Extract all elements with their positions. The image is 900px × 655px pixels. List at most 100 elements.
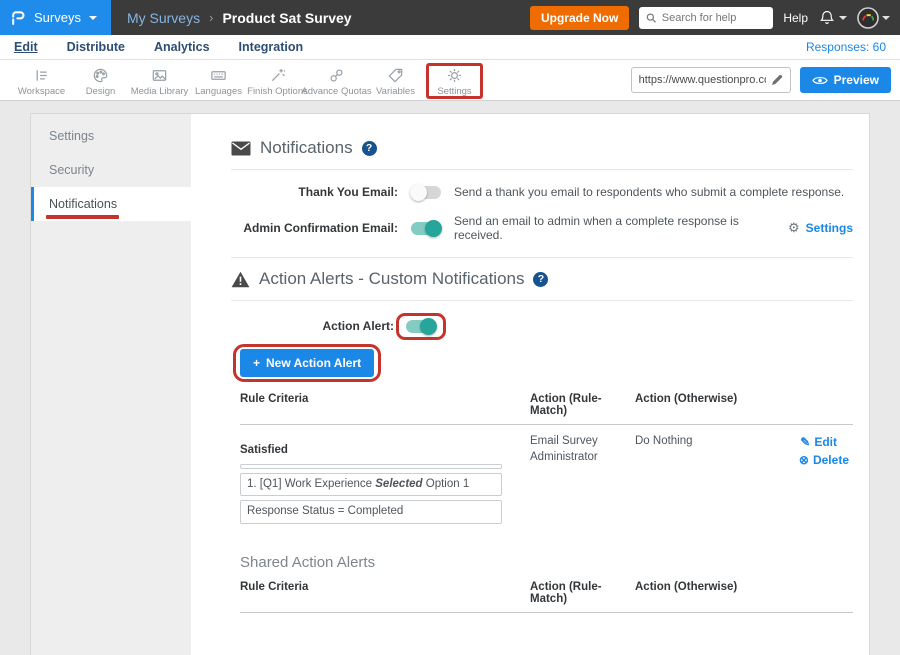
divider: [231, 169, 853, 170]
row-actions-cell: ✎ Edit ⊗ Delete: [750, 425, 853, 528]
new-action-alert-button[interactable]: + New Action Alert: [240, 349, 374, 377]
plus-icon: +: [253, 356, 260, 370]
toolbar-item-media-library[interactable]: Media Library: [130, 64, 189, 97]
col-action-rule-match: Action (Rule-Match): [530, 573, 635, 613]
divider: [231, 257, 853, 258]
thank-you-email-row: Thank You Email: Send a thank you email …: [231, 185, 853, 199]
rule-match-cell: Email Survey Administrator: [530, 425, 635, 528]
product-switcher[interactable]: Surveys: [0, 0, 111, 35]
col-rule-criteria: Rule Criteria: [240, 385, 530, 425]
breadcrumb-my-surveys[interactable]: My Surveys: [127, 10, 200, 26]
col-actions: [750, 385, 853, 425]
edit-url-pencil-icon[interactable]: [771, 74, 783, 86]
notifications-section-header: Notifications ?: [231, 138, 853, 158]
edit-toolbar: Workspace Design Media Library Languages…: [0, 60, 900, 101]
sidebar-item-settings[interactable]: Settings: [31, 119, 191, 153]
responses-count[interactable]: Responses: 60: [806, 40, 886, 54]
chevron-down-icon: [882, 16, 890, 20]
thank-you-email-label: Thank You Email:: [231, 185, 411, 199]
variables-tag-icon: [386, 66, 405, 85]
settings-gear-icon: [445, 66, 464, 85]
toolbar-right: https://www.questionpro.com/t/ Preview: [631, 67, 891, 93]
col-rule-criteria: Rule Criteria: [240, 573, 530, 613]
page-body: Settings Security Notifications Notifica…: [0, 101, 900, 655]
new-action-alert-row: + New Action Alert: [240, 349, 853, 377]
admin-confirmation-toggle[interactable]: [411, 222, 441, 235]
eye-icon: [812, 75, 828, 86]
toolbar-item-settings[interactable]: Settings: [425, 64, 484, 97]
section-title-notifications: Notifications: [260, 138, 353, 158]
settings-sidebar: Settings Security Notifications: [31, 114, 191, 655]
breadcrumb-separator-icon: ›: [209, 10, 213, 25]
help-link[interactable]: Help: [783, 11, 808, 25]
survey-section-nav: Edit Distribute Analytics Integration Re…: [0, 35, 900, 60]
edit-alert-link[interactable]: ✎ Edit: [800, 434, 837, 450]
advance-quotas-links-icon: [327, 66, 346, 85]
shared-action-alerts-table: Rule Criteria Action (Rule-Match) Action…: [240, 573, 853, 613]
envelope-icon: [231, 141, 251, 156]
action-alert-label: Action Alert:: [231, 319, 406, 333]
bell-icon: [818, 9, 836, 27]
col-action-rule-match: Action (Rule-Match): [530, 385, 635, 425]
otherwise-cell: Do Nothing: [635, 425, 750, 528]
action-alert-toggle-row: Action Alert:: [231, 319, 853, 333]
col-actions: [750, 573, 853, 613]
chevron-down-icon: [839, 16, 847, 20]
toolbar-item-advance-quotas[interactable]: Advance Quotas: [307, 64, 366, 97]
sidebar-item-notifications[interactable]: Notifications: [31, 187, 191, 221]
chevron-down-icon: [89, 16, 97, 20]
sidebar-item-security[interactable]: Security: [31, 153, 191, 187]
help-icon[interactable]: ?: [362, 141, 377, 156]
spacer: [231, 613, 853, 643]
thank-you-email-toggle[interactable]: [411, 186, 441, 199]
delete-circle-icon: ⊗: [799, 452, 809, 468]
notifications-panel: Notifications ? Thank You Email: Send a …: [191, 114, 869, 655]
product-switcher-label: Surveys: [34, 10, 81, 25]
toolbar-item-variables[interactable]: Variables: [366, 64, 425, 97]
toolbar-item-design[interactable]: Design: [71, 64, 130, 97]
search-icon: [646, 12, 656, 24]
admin-confirmation-label: Admin Confirmation Email:: [231, 221, 411, 235]
annotation-notifications-underline: [46, 215, 119, 219]
account-menu-button[interactable]: [857, 7, 890, 29]
toolbar-item-languages[interactable]: Languages: [189, 64, 248, 97]
avatar: [857, 7, 879, 29]
warning-triangle-icon: [231, 271, 250, 288]
breadcrumb: My Surveys › Product Sat Survey: [127, 10, 352, 26]
col-action-otherwise: Action (Otherwise): [635, 385, 750, 425]
delete-alert-link[interactable]: ⊗ Delete: [799, 452, 849, 468]
finish-options-wand-icon: [268, 66, 287, 85]
tab-integration[interactable]: Integration: [239, 40, 304, 54]
action-alerts-section-header: Action Alerts - Custom Notifications ?: [231, 269, 853, 289]
preview-button[interactable]: Preview: [800, 67, 891, 93]
media-library-icon: [150, 66, 169, 85]
divider: [231, 300, 853, 301]
notifications-bell-button[interactable]: [818, 9, 847, 27]
toolbar-item-workspace[interactable]: Workspace: [12, 64, 71, 97]
tab-distribute[interactable]: Distribute: [67, 40, 125, 54]
tab-edit[interactable]: Edit: [14, 40, 38, 54]
admin-confirmation-row: Admin Confirmation Email: Send an email …: [231, 214, 853, 242]
criteria-box-empty: [240, 464, 502, 469]
topbar-actions: Upgrade Now Help: [530, 6, 900, 30]
upgrade-now-button[interactable]: Upgrade Now: [530, 6, 629, 30]
admin-email-settings-link[interactable]: Settings: [806, 221, 853, 235]
design-palette-icon: [91, 66, 110, 85]
survey-url-value: https://www.questionpro.com/t/: [639, 74, 766, 86]
action-alert-toggle[interactable]: [406, 320, 436, 333]
rule-criteria-cell: Satisfied 1. [Q1] Work Experience Select…: [240, 425, 530, 528]
help-search[interactable]: [639, 7, 773, 29]
toolbar-item-finish-options[interactable]: Finish Options: [248, 64, 307, 97]
edit-pencil-icon: ✎: [800, 434, 810, 450]
help-search-input[interactable]: [662, 12, 767, 24]
criteria-box-rule1: 1. [Q1] Work Experience Selected Option …: [240, 473, 502, 497]
questionpro-logo-icon: [10, 9, 26, 26]
help-icon[interactable]: ?: [533, 272, 548, 287]
tab-analytics[interactable]: Analytics: [154, 40, 210, 54]
criteria-box-rule2: Response Status = Completed: [240, 500, 502, 524]
survey-url-field[interactable]: https://www.questionpro.com/t/: [631, 67, 791, 93]
action-alerts-table: Rule Criteria Action (Rule-Match) Action…: [240, 385, 853, 528]
settings-card: Settings Security Notifications Notifica…: [30, 113, 870, 655]
thank-you-email-description: Send a thank you email to respondents wh…: [454, 185, 844, 199]
languages-keyboard-icon: [209, 66, 228, 85]
